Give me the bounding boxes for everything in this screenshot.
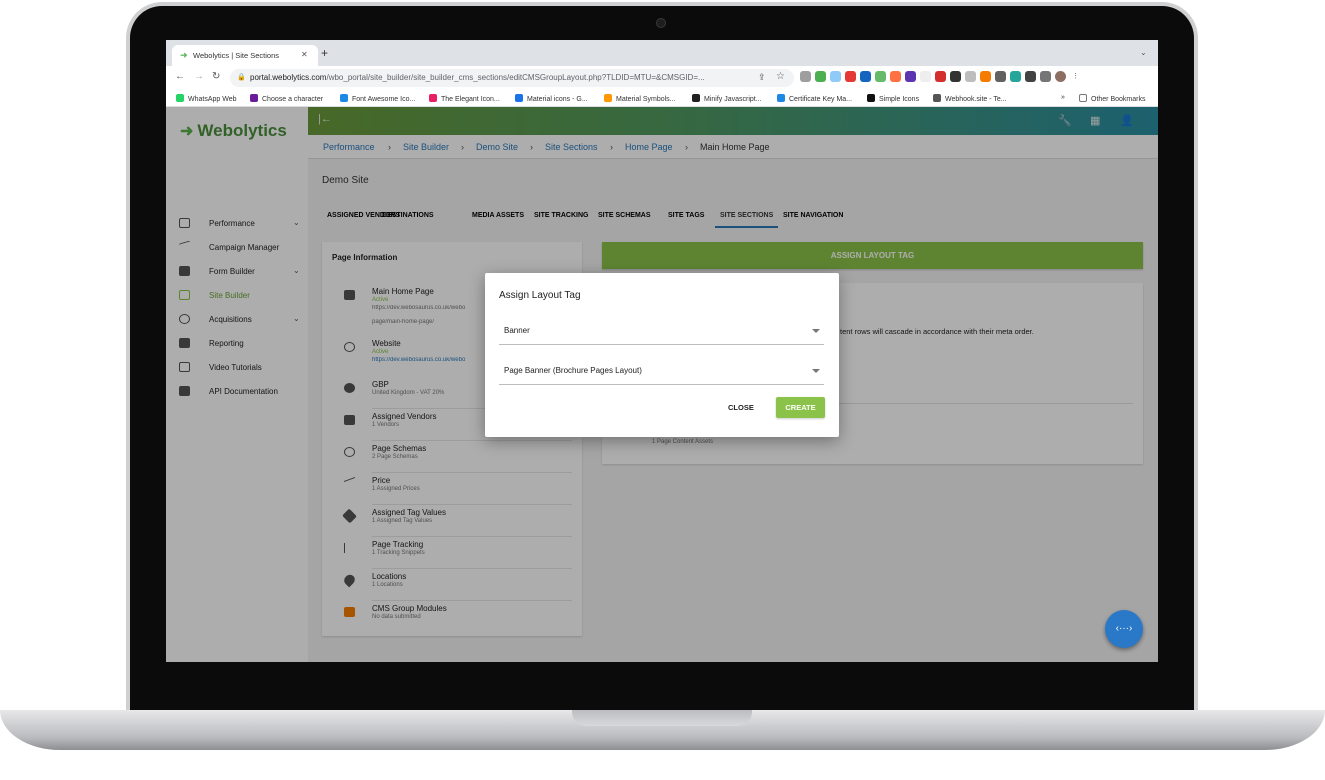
bookmarks-overflow-chevron[interactable]: » xyxy=(1061,94,1065,101)
extension-icon[interactable] xyxy=(815,71,826,82)
extension-icon[interactable] xyxy=(935,71,946,82)
share-icon[interactable]: ⇪ xyxy=(758,72,766,83)
extension-icon[interactable] xyxy=(860,71,871,82)
extension-icon[interactable] xyxy=(845,71,856,82)
extension-icon[interactable] xyxy=(950,71,961,82)
browser-toolbar: ← → ↻ 🔒 portal.webolytics.com/wbo_portal… xyxy=(166,66,1158,90)
browser-tab[interactable]: ➜ Webolytics | Site Sections ✕ xyxy=(172,45,318,66)
laptop-notch xyxy=(572,710,752,726)
sidepanel-icon[interactable] xyxy=(1040,71,1051,82)
layout-tag-value: Banner xyxy=(504,326,530,335)
tab-search-chevron-icon[interactable]: ⌄ xyxy=(1140,48,1147,57)
create-button[interactable]: CREATE xyxy=(776,397,825,418)
extension-icon[interactable] xyxy=(980,71,991,82)
bookmarks-bar: WhatsApp Web Choose a character Font Awe… xyxy=(166,90,1158,107)
lock-icon: 🔒 xyxy=(237,74,246,81)
browser-tab-title: Webolytics | Site Sections xyxy=(193,51,280,60)
assign-layout-tag-dialog: Assign Layout Tag Banner Page Banner (Br… xyxy=(485,273,839,437)
camera xyxy=(656,18,666,28)
extension-icon[interactable] xyxy=(800,71,811,82)
extension-icon[interactable] xyxy=(890,71,901,82)
bookmark-item[interactable]: The Elegant Icon... xyxy=(429,94,500,103)
bookmark-item[interactable]: Font Awesome Ico... xyxy=(340,94,415,103)
back-icon[interactable]: ← xyxy=(175,71,185,82)
extension-icon[interactable] xyxy=(965,71,976,82)
other-bookmarks-folder[interactable]: Other Bookmarks xyxy=(1079,94,1145,103)
bookmark-item[interactable]: Minify Javascript... xyxy=(692,94,762,103)
close-button[interactable]: CLOSE xyxy=(728,403,754,412)
url-text: portal.webolytics.com/wbo_portal/site_bu… xyxy=(250,73,705,82)
layout-select[interactable]: Page Banner (Brochure Pages Layout) xyxy=(499,363,824,385)
extension-icon[interactable] xyxy=(875,71,886,82)
close-tab-icon[interactable]: ✕ xyxy=(301,50,308,59)
address-bar[interactable]: 🔒 portal.webolytics.com/wbo_portal/site_… xyxy=(230,69,794,87)
extension-icon[interactable] xyxy=(1010,71,1021,82)
app-root: ➜ Webolytics Performance ⌄ Campaign Manag… xyxy=(166,107,1158,662)
bookmark-item[interactable]: Webhook.site - Te... xyxy=(933,94,1007,103)
screen: ➜ Webolytics | Site Sections ✕ + ⌄ ← → ↻… xyxy=(166,40,1158,662)
bookmark-item[interactable]: Simple Icons xyxy=(867,94,919,103)
puzzle-icon[interactable] xyxy=(1025,71,1036,82)
bookmark-item[interactable]: Choose a character xyxy=(250,94,323,103)
extension-icon[interactable] xyxy=(830,71,841,82)
extension-icon[interactable] xyxy=(995,71,1006,82)
forward-icon[interactable]: → xyxy=(194,71,204,82)
layout-value: Page Banner (Brochure Pages Layout) xyxy=(504,366,642,375)
browser-tab-bar: ➜ Webolytics | Site Sections ✕ + ⌄ xyxy=(166,40,1158,66)
kebab-menu-icon[interactable]: ⋮ xyxy=(1070,71,1081,82)
layout-tag-select[interactable]: Banner xyxy=(499,323,824,345)
bookmark-item[interactable]: Certificate Key Ma... xyxy=(777,94,852,103)
reload-icon[interactable]: ↻ xyxy=(212,71,220,82)
dropdown-arrow-icon xyxy=(812,329,820,333)
bookmark-star-icon[interactable]: ☆ xyxy=(776,71,785,82)
bookmark-item[interactable]: Material Symbols... xyxy=(604,94,676,103)
bookmark-item[interactable]: WhatsApp Web xyxy=(176,94,237,103)
extension-icon[interactable] xyxy=(905,71,916,82)
extensions-area: ⋮ xyxy=(800,71,1081,85)
extension-icon[interactable] xyxy=(920,71,931,82)
code-fab-button[interactable]: ‹···› xyxy=(1105,610,1143,648)
dropdown-arrow-icon xyxy=(812,369,820,373)
bookmark-item[interactable]: Material icons - G... xyxy=(515,94,588,103)
webolytics-favicon-icon: ➜ xyxy=(180,50,188,60)
avatar[interactable] xyxy=(1055,71,1066,82)
new-tab-button[interactable]: + xyxy=(321,46,328,60)
dialog-title: Assign Layout Tag xyxy=(499,290,581,301)
